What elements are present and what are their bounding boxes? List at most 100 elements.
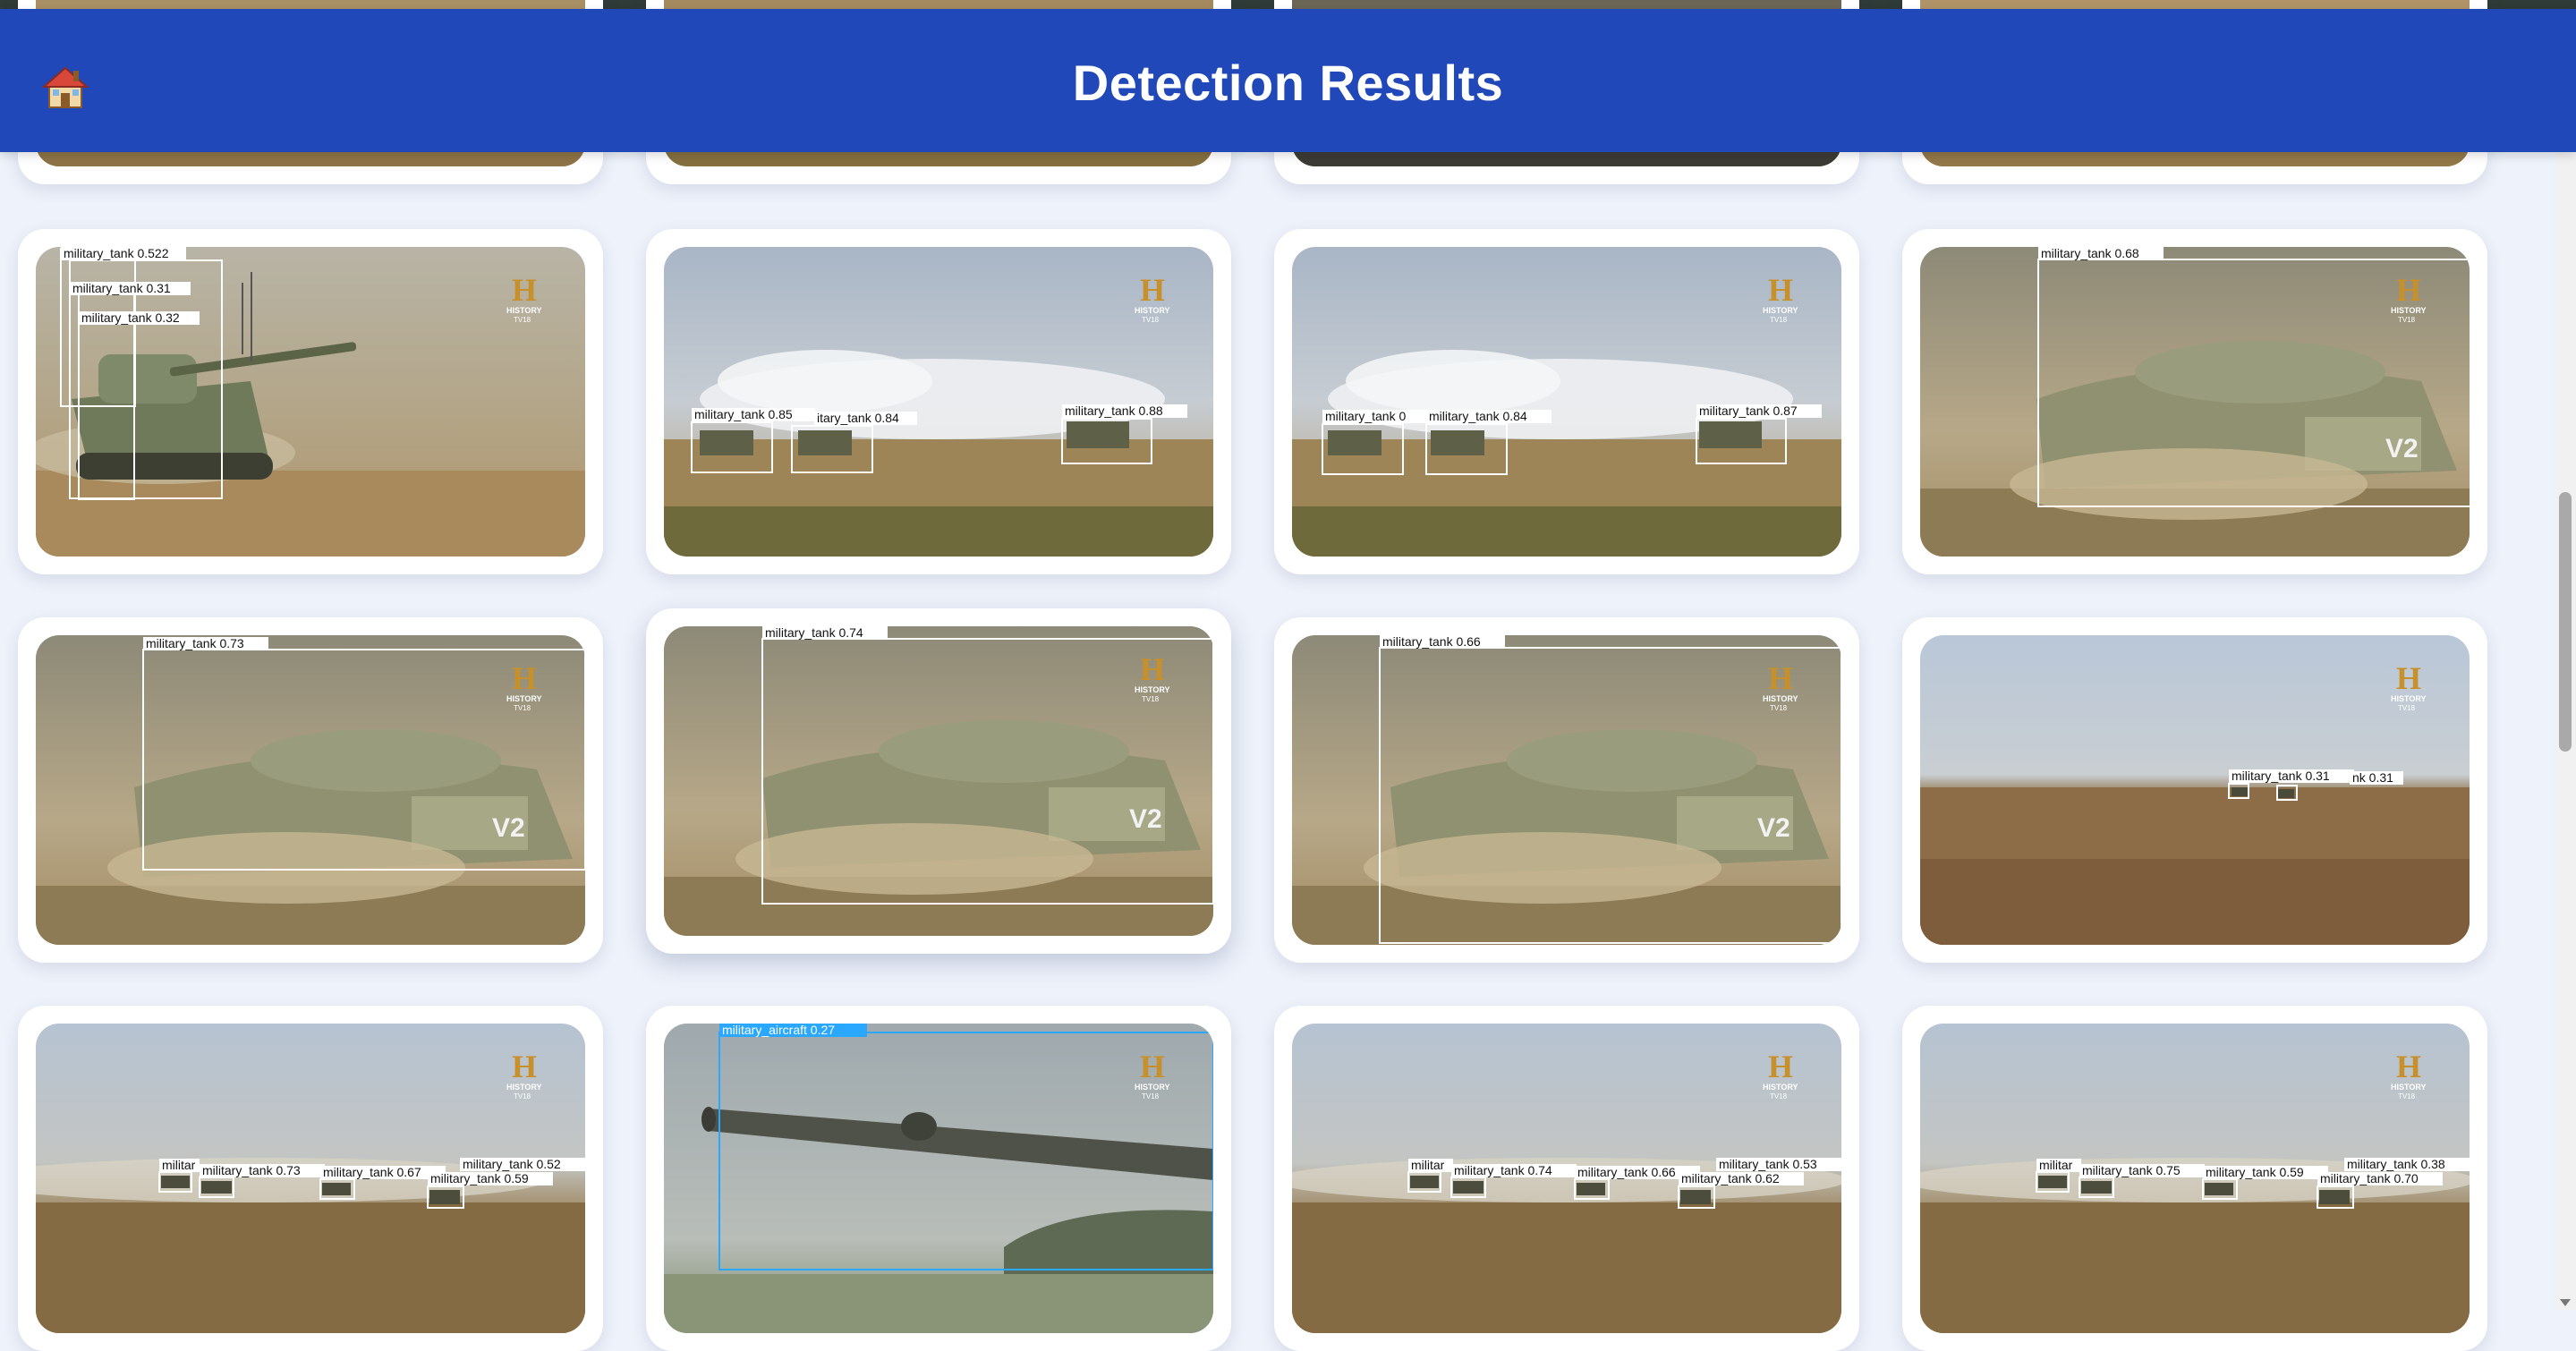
result-card[interactable]: militar military_tank 0.75 military_tank… [1902, 1006, 2487, 1351]
detection-label: military_tank 0.68 [2041, 247, 2139, 260]
svg-text:TV18: TV18 [514, 704, 531, 712]
svg-text:H: H [2396, 272, 2421, 308]
result-card[interactable]: V2 military_tank 0.68 H HISTORY TV18 [1902, 229, 2487, 574]
svg-text:H: H [1140, 1049, 1165, 1084]
svg-text:HISTORY: HISTORY [506, 306, 542, 315]
app-header: Detection Results [0, 9, 2576, 152]
svg-text:H: H [1768, 660, 1793, 696]
svg-text:TV18: TV18 [514, 1092, 531, 1100]
svg-text:HISTORY: HISTORY [1763, 1083, 1798, 1092]
result-card[interactable]: V2 military_tank 0.73 H HISTORY TV18 [18, 617, 603, 963]
results-grid: military_tank 0.522 military_tank 0.31 m… [0, 0, 2576, 1351]
svg-text:TV18: TV18 [1770, 316, 1788, 324]
result-image[interactable]: V2 military_tank 0.68 H HISTORY TV18 [1920, 247, 2470, 557]
svg-text:H: H [1140, 272, 1165, 308]
result-image[interactable]: militar military_tank 0.75 military_tank… [1920, 1024, 2470, 1333]
scrollbar-thumb[interactable] [2559, 492, 2572, 752]
svg-text:H: H [512, 272, 537, 308]
result-image[interactable]: military_tank 0.522 military_tank 0.31 m… [36, 247, 585, 557]
scrollbar[interactable] [2555, 152, 2576, 1310]
detection-label: military_tank 0.87 [1699, 404, 1798, 418]
result-card[interactable]: militar military_tank 0.73 military_tank… [18, 1006, 603, 1351]
svg-text:HISTORY: HISTORY [2391, 694, 2427, 703]
result-image[interactable]: military_aircraft 0.27 H HISTORY TV18 [664, 1024, 1213, 1333]
svg-text:HISTORY: HISTORY [506, 1083, 542, 1092]
result-card[interactable]: military_aircraft 0.27 H HISTORY TV18 [646, 1006, 1231, 1351]
svg-text:V2: V2 [492, 813, 525, 843]
svg-text:HISTORY: HISTORY [1135, 685, 1170, 694]
svg-text:HISTORY: HISTORY [2391, 306, 2427, 315]
detection-label: military_tank 0.32 [81, 310, 180, 325]
result-image[interactable]: military_tank 0.31 nk 0.31 H HISTORY TV1… [1920, 635, 2470, 945]
result-card[interactable]: military_tank 0.85 itary_tank 0.84 milit… [646, 229, 1231, 574]
detection-label: military_tank 0.84 [1429, 409, 1527, 423]
result-card[interactable]: V2 military_tank 0.66 H HISTORY TV18 [1274, 617, 1859, 963]
result-card[interactable]: militar military_tank 0.74 military_tank… [1274, 1006, 1859, 1351]
svg-text:TV18: TV18 [2398, 316, 2416, 324]
detection-label: nk 0.31 [2352, 770, 2393, 785]
detection-label: military_tank 0.59 [430, 1171, 529, 1185]
detection-label: military_tank 0.522 [64, 247, 169, 260]
detection-label: military_tank 0.67 [323, 1165, 421, 1179]
result-card[interactable]: military_tank 0.31 nk 0.31 H HISTORY TV1… [1902, 617, 2487, 963]
svg-text:H: H [2396, 1049, 2421, 1084]
detection-label: military_tank 0.53 [1719, 1157, 1817, 1171]
detection-label: military_tank 0.88 [1065, 404, 1163, 418]
svg-text:H: H [512, 1049, 537, 1084]
detection-label: military_tank 0.75 [2082, 1163, 2181, 1177]
result-image[interactable]: V2 military_tank 0.74 H HISTORY TV18 [664, 626, 1213, 936]
svg-text:TV18: TV18 [1142, 695, 1160, 703]
result-image[interactable]: V2 military_tank 0.66 H HISTORY TV18 [1292, 635, 1841, 945]
result-card[interactable]: military_tank 0.522 military_tank 0.31 m… [18, 229, 603, 574]
detection-label: military_tank 0.74 [1454, 1163, 1552, 1177]
result-card[interactable]: V2 military_tank 0.74 H HISTORY TV18 [646, 608, 1231, 954]
svg-text:H: H [1768, 1049, 1793, 1084]
svg-text:HISTORY: HISTORY [1135, 1083, 1170, 1092]
svg-text:H: H [2396, 660, 2421, 696]
svg-text:TV18: TV18 [1770, 1092, 1788, 1100]
svg-text:H: H [512, 660, 537, 696]
detection-label: military_tank 0.52 [463, 1157, 561, 1171]
detection-label: military_tank 0.66 [1577, 1165, 1676, 1179]
scroll-down-arrow-icon[interactable] [2560, 1299, 2571, 1306]
svg-text:TV18: TV18 [514, 316, 531, 324]
result-image[interactable]: military_tank 0 military_tank 0.84 milit… [1292, 247, 1841, 557]
svg-text:TV18: TV18 [1142, 316, 1160, 324]
detection-label: military_tank 0.59 [2206, 1165, 2304, 1179]
svg-text:TV18: TV18 [2398, 704, 2416, 712]
detection-label: military_tank 0.62 [1681, 1171, 1780, 1185]
svg-text:V2: V2 [1129, 804, 1162, 834]
detection-label: militar [2039, 1158, 2073, 1172]
result-image[interactable]: V2 military_tank 0.73 H HISTORY TV18 [36, 635, 585, 945]
detection-label: military_tank 0.73 [146, 636, 244, 650]
svg-text:TV18: TV18 [2398, 1092, 2416, 1100]
svg-text:HISTORY: HISTORY [506, 694, 542, 703]
detection-label: military_tank 0.74 [765, 626, 863, 640]
detection-label: militar [1411, 1158, 1445, 1172]
svg-text:V2: V2 [1757, 813, 1790, 843]
svg-text:V2: V2 [2385, 434, 2419, 463]
svg-text:HISTORY: HISTORY [2391, 1083, 2427, 1092]
detection-label: military_tank 0.85 [694, 407, 793, 421]
result-image[interactable]: military_tank 0.85 itary_tank 0.84 milit… [664, 247, 1213, 557]
detection-label: military_tank 0.38 [2347, 1157, 2445, 1171]
svg-text:HISTORY: HISTORY [1135, 306, 1170, 315]
detection-label: military_tank 0 [1325, 409, 1406, 423]
detection-label: militar [162, 1158, 196, 1172]
result-image[interactable]: militar military_tank 0.74 military_tank… [1292, 1024, 1841, 1333]
page-title: Detection Results [1072, 55, 1504, 111]
result-image[interactable]: militar military_tank 0.73 military_tank… [36, 1024, 585, 1333]
svg-text:HISTORY: HISTORY [1763, 694, 1798, 703]
svg-text:H: H [1140, 651, 1165, 687]
detection-label: military_aircraft 0.27 [722, 1024, 835, 1037]
svg-text:TV18: TV18 [1142, 1092, 1160, 1100]
detection-label: itary_tank 0.84 [817, 411, 899, 425]
detection-label: military_tank 0.70 [2320, 1171, 2419, 1185]
svg-text:HISTORY: HISTORY [1763, 306, 1798, 315]
svg-text:TV18: TV18 [1770, 704, 1788, 712]
detection-label: military_tank 0.31 [2232, 769, 2330, 783]
detection-label: military_tank 0.31 [72, 281, 171, 295]
detection-label: military_tank 0.73 [202, 1163, 301, 1177]
detection-label: military_tank 0.66 [1382, 635, 1481, 649]
result-card[interactable]: military_tank 0 military_tank 0.84 milit… [1274, 229, 1859, 574]
